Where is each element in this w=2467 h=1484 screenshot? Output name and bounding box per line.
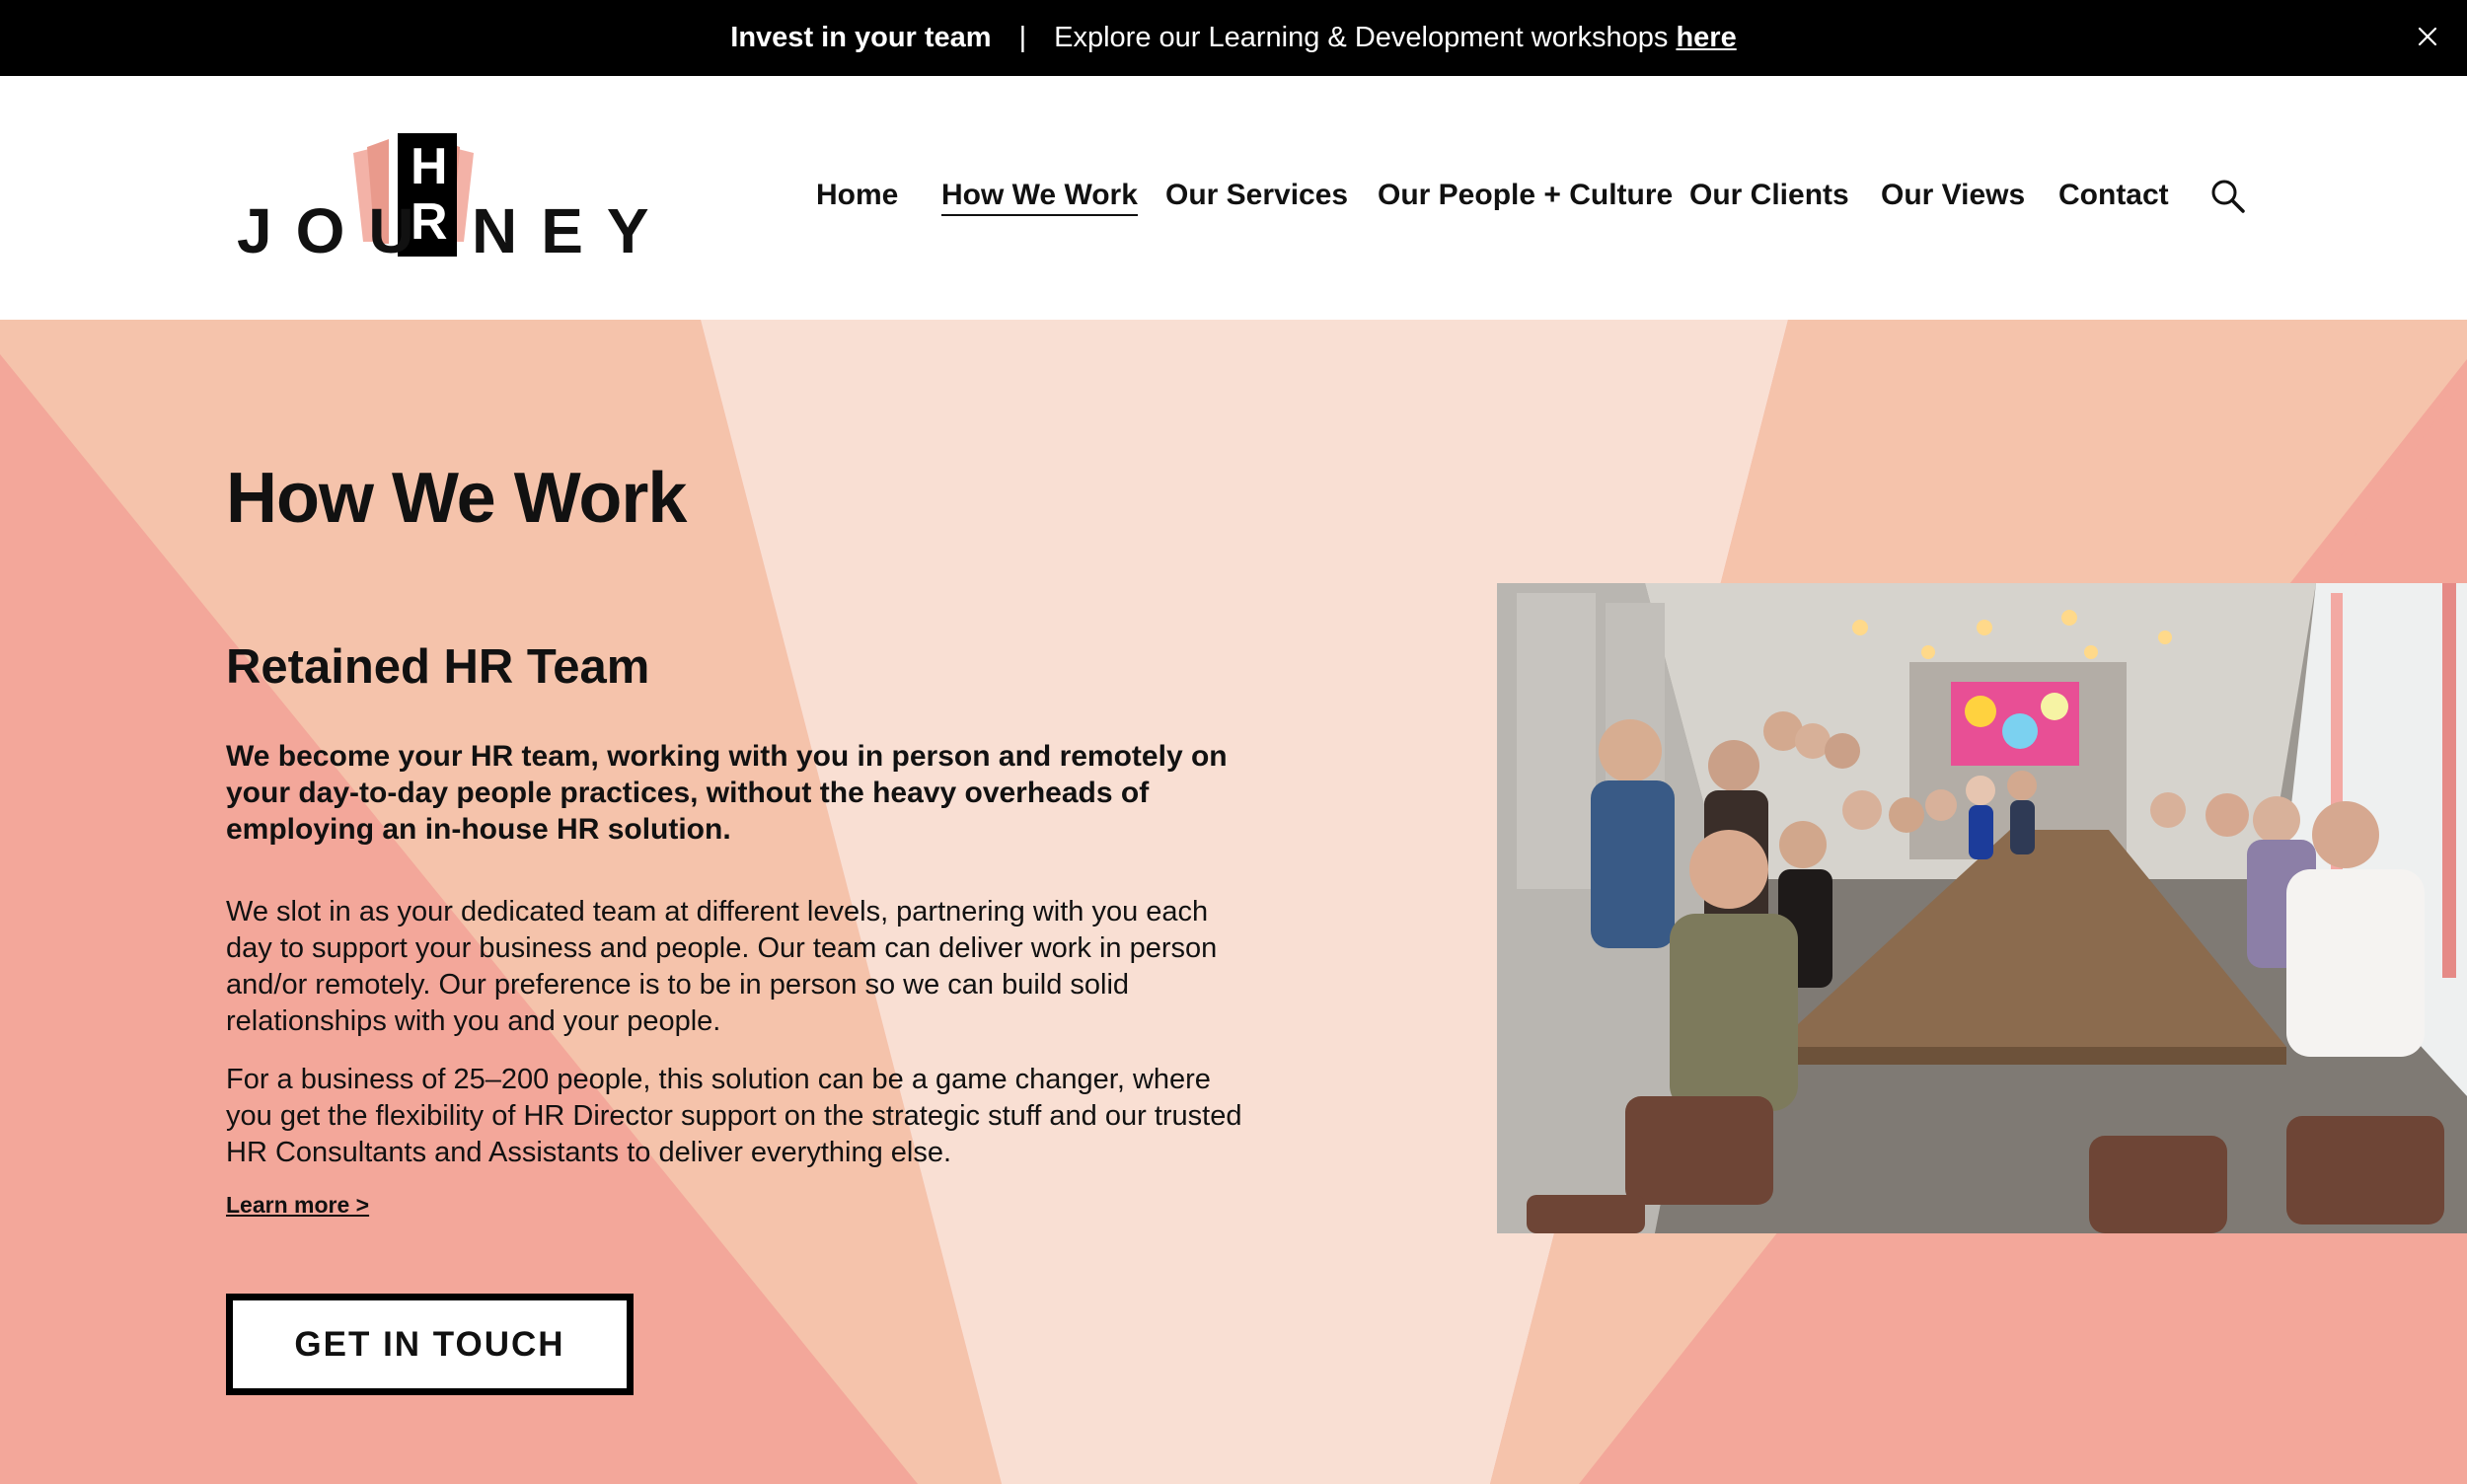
announcement-bar: Invest in your team | Explore our Learni…: [0, 0, 2467, 76]
logo-text-right: NEY: [472, 195, 673, 266]
announcement-bold-text: Invest in your team: [730, 22, 992, 53]
announcement-text: Explore our Learning & Development works…: [1054, 22, 1669, 53]
team-meeting-photo: [1497, 583, 2467, 1233]
nav-item-our-services[interactable]: Our Services: [1165, 179, 1348, 212]
section-title: Retained HR Team: [226, 640, 650, 694]
body-paragraph-2: For a business of 25–200 people, this so…: [226, 1064, 1242, 1168]
logo-letter-r: R: [411, 193, 448, 251]
search-icon[interactable]: [2208, 177, 2248, 216]
journey-hr-logo[interactable]: JOU H R NEY: [237, 133, 649, 271]
logo-text-left: JOU: [237, 195, 438, 266]
body-paragraph-1: We slot in as your dedicated team at dif…: [226, 896, 1218, 1037]
nav-item-our-people-culture[interactable]: Our People + Culture: [1378, 179, 1673, 212]
nav-item-how-we-work[interactable]: How We Work: [941, 179, 1138, 216]
close-icon[interactable]: [2410, 19, 2445, 54]
nav-item-home[interactable]: Home: [816, 179, 898, 212]
announcement-separator: |: [1018, 22, 1027, 53]
nav-item-our-views[interactable]: Our Views: [1881, 179, 2025, 212]
nav-item-contact[interactable]: Contact: [2058, 179, 2169, 212]
learn-more-link[interactable]: Learn more >: [226, 1192, 369, 1219]
page-title: How We Work: [226, 459, 687, 538]
hero-section: How We Work Retained HR Team We become y…: [0, 320, 2467, 1484]
intro-text: We become your HR team, working with you…: [226, 740, 1228, 846]
logo-letter-h: H: [411, 138, 448, 195]
get-in-touch-button[interactable]: GET IN TOUCH: [226, 1294, 634, 1395]
site-header: JOU H R NEY Home How We Work Our Service…: [0, 76, 2467, 320]
announcement-link[interactable]: here: [1676, 22, 1736, 54]
nav-item-our-clients[interactable]: Our Clients: [1689, 179, 1849, 212]
